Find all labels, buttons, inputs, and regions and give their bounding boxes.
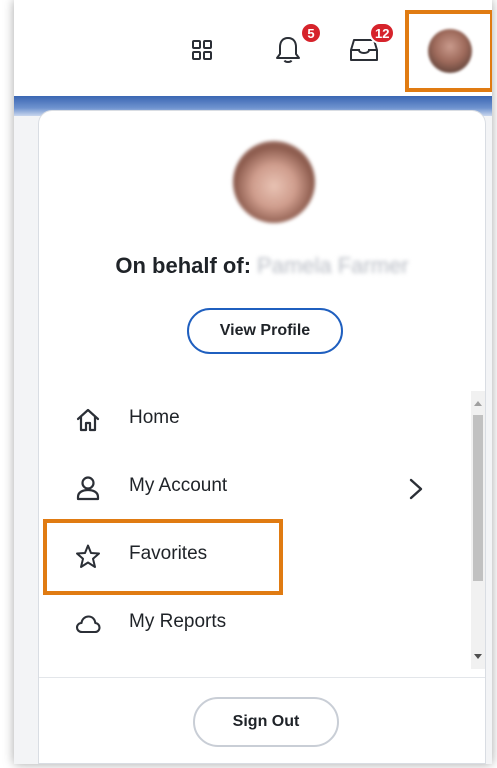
profile-menu-panel: On behalf of: Pamela Farmer View Profile … [38, 110, 486, 764]
profile-avatar-large [233, 141, 315, 223]
view-profile-button[interactable]: View Profile [187, 308, 343, 354]
menu-item-label: My Reports [129, 611, 227, 632]
workday-window: 5 12 On behalf of: Pamela Farmer View Pro… [14, 0, 492, 764]
menu-item-my-reports[interactable]: My Reports [39, 595, 459, 651]
scroll-down-arrow-icon[interactable] [474, 654, 482, 659]
menu-item-label: My Account [129, 475, 228, 496]
scroll-up-arrow-icon[interactable] [474, 401, 482, 406]
on-behalf-of: On behalf of: Pamela Farmer [39, 253, 485, 279]
home-icon [76, 408, 100, 432]
on-behalf-label: On behalf of: [115, 253, 252, 278]
favorites-highlight-box [43, 519, 283, 595]
menu-scrollbar[interactable] [471, 391, 485, 669]
apps-grid-icon [192, 40, 212, 60]
notifications-badge: 5 [300, 22, 322, 44]
on-behalf-name: Pamela Farmer [257, 253, 409, 278]
avatar [427, 29, 472, 73]
scrollbar-thumb[interactable] [473, 415, 483, 581]
menu-item-label: Home [129, 407, 180, 428]
bell-icon [276, 37, 300, 63]
menu-item-my-account[interactable]: My Account [39, 459, 459, 515]
apps-button[interactable] [184, 32, 220, 68]
person-icon [76, 476, 100, 501]
top-bar: 5 12 [14, 0, 492, 96]
footer-divider [39, 677, 485, 678]
profile-avatar-button[interactable] [405, 10, 492, 92]
inbox-badge: 12 [369, 22, 396, 44]
chevron-right-icon [409, 478, 423, 500]
cloud-icon [75, 615, 101, 634]
menu-item-home[interactable]: Home [39, 391, 459, 447]
sign-out-button[interactable]: Sign Out [193, 697, 339, 747]
